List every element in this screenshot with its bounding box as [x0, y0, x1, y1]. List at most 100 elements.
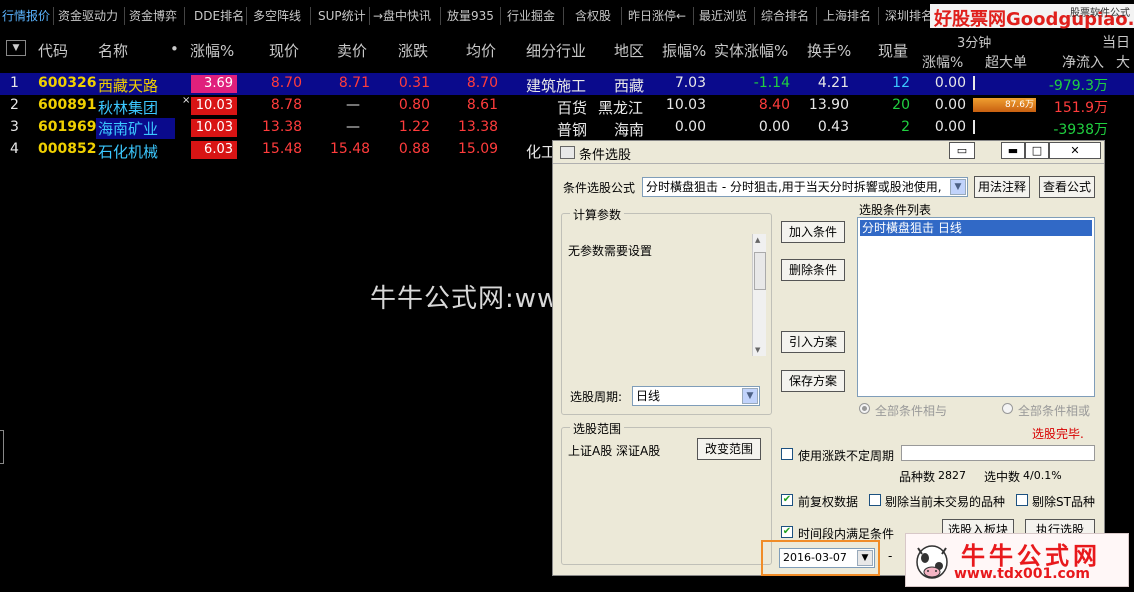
all-and-radio[interactable] — [859, 403, 870, 414]
formula-select[interactable]: 分时橫盘狙击 - 分时狙击,用于当天分时拆響或股池使用, ▼ — [642, 177, 968, 197]
minimize-icon[interactable]: ▬ — [1001, 142, 1025, 159]
ask-price: 15.48 — [330, 141, 371, 157]
exclude-untraded-checkbox[interactable] — [869, 494, 881, 506]
header-net-inflow[interactable]: 净流入 — [1062, 52, 1104, 72]
change-range-button[interactable]: 改变范围 — [697, 438, 761, 460]
entity-pct: 8.40 — [758, 97, 790, 113]
stock-name: 石化机械 — [98, 143, 159, 161]
save-scheme-button[interactable]: 保存方案 — [781, 370, 845, 392]
price: 8.78 — [270, 97, 302, 113]
chevron-down-icon[interactable]: ▼ — [6, 40, 26, 56]
timerange-checkbox[interactable]: ✔ — [781, 526, 793, 538]
period-select[interactable]: 日线 ▼ — [632, 386, 760, 406]
date-dash: - — [888, 549, 893, 563]
header-pct[interactable]: 涨幅% — [190, 40, 234, 61]
avg-price: 15.09 — [458, 141, 499, 157]
tab-fund-game[interactable]: 资金博弈 — [129, 6, 177, 26]
tab-bull-bear[interactable]: 多空阵线 — [253, 6, 301, 26]
header-region[interactable]: 地区 — [614, 40, 644, 61]
region: 黑龙江 — [598, 99, 644, 117]
scroll-thumb[interactable] — [754, 252, 766, 290]
range-value: 上证A股 深证A股 — [568, 444, 661, 458]
side-tab[interactable] — [0, 430, 4, 464]
condition-list-title: 选股条件列表 — [859, 203, 932, 217]
tab-quotes[interactable]: 行情报价 — [2, 6, 50, 26]
selected-value: 4/0.1% — [1023, 469, 1062, 482]
3min-pct: 0.00 — [934, 97, 966, 113]
cow-logo-icon — [916, 545, 948, 579]
ask-price: 8.71 — [338, 75, 370, 91]
scroll-up-icon[interactable]: ▲ — [755, 236, 760, 244]
turnover: 13.90 — [808, 97, 849, 113]
tab-fund-drive[interactable]: 资金驱动力 — [58, 6, 118, 26]
tab-intraday-news[interactable]: →盘中快讯 — [373, 6, 431, 26]
formula-value: 分时橫盘狙击 - 分时狙击,用于当天分时拆響或股池使用, — [646, 180, 942, 194]
header-code[interactable]: 代码 — [38, 40, 68, 61]
tab-shanghai-rank[interactable]: 上海排名 — [823, 6, 871, 26]
tab-volume-935[interactable]: 放量935 — [447, 6, 494, 26]
tab-sup-stats[interactable]: SUP统计 — [318, 6, 366, 26]
condition-list[interactable]: 分时橫盘狙击 日线 — [857, 217, 1095, 397]
unfixed-period-checkbox[interactable] — [781, 448, 793, 460]
header-name[interactable]: 名称 — [98, 40, 128, 61]
table-row[interactable]: 3 601969 海南矿业 10.03 13.38 — 1.22 13.38 普… — [0, 117, 1134, 139]
stock-name: 海南矿业 — [96, 118, 175, 139]
logo-url: www.tdx001.com — [954, 566, 1091, 582]
header-turnover[interactable]: 换手% — [807, 40, 851, 61]
select-progress-bar — [901, 445, 1095, 461]
header-volume[interactable]: 现量 — [878, 40, 908, 61]
avg-price: 8.70 — [466, 75, 498, 91]
avg-price: 8.61 — [466, 97, 498, 113]
volume: 12 — [892, 75, 910, 91]
stock-code: 600326 — [38, 75, 97, 91]
prev-rights-checkbox[interactable]: ✔ — [781, 494, 793, 506]
exclude-st-checkbox[interactable] — [1016, 494, 1028, 506]
header-price[interactable]: 现价 — [269, 40, 299, 61]
header-change[interactable]: 涨跌 — [398, 40, 428, 61]
dialog-app-icon — [560, 146, 575, 159]
header-dot: • — [170, 40, 179, 58]
turnover: 4.21 — [817, 75, 849, 91]
chevron-down-icon[interactable]: ▼ — [950, 179, 966, 195]
chevron-down-icon[interactable]: ▼ — [742, 388, 758, 404]
scroll-down-icon[interactable]: ▼ — [755, 346, 760, 354]
usage-note-button[interactable]: 用法注释 — [974, 176, 1030, 198]
amplitude: 10.03 — [665, 97, 706, 113]
no-params-text: 无参数需要设置 — [568, 244, 653, 258]
table-row[interactable]: 1 600326 西藏天路 3.69 8.70 8.71 0.31 8.70 建… — [0, 73, 1134, 95]
dialog-titlebar[interactable]: 条件选股 ▭ ▬ □ ✕ — [553, 141, 1104, 164]
close-icon[interactable]: ✕ — [1049, 142, 1101, 159]
tab-dde-rank[interactable]: DDE排名 — [194, 6, 244, 26]
view-formula-button[interactable]: 查看公式 — [1039, 176, 1095, 198]
status-text: 选股完毕. — [1032, 427, 1084, 441]
params-scrollbar[interactable]: ▲ ▼ — [752, 234, 766, 356]
condition-list-item[interactable]: 分时橫盘狙击 日线 — [860, 220, 1092, 236]
pin-icon[interactable]: ▭ — [949, 142, 975, 159]
tab-separator — [563, 7, 564, 25]
tab-shenzhen-rank[interactable]: 深圳排名 — [885, 6, 933, 26]
maximize-icon[interactable]: □ — [1025, 142, 1049, 159]
table-row[interactable]: 2 600891 秋林集团 × 10.03 8.78 — 0.80 8.61 百… — [0, 95, 1134, 117]
turnover: 0.43 — [817, 119, 849, 135]
tab-separator — [693, 7, 694, 25]
header-ask[interactable]: 卖价 — [337, 40, 367, 61]
tab-recent[interactable]: 最近浏览 — [699, 6, 747, 26]
tab-yesterday-limitup[interactable]: 昨日涨停← — [628, 6, 686, 26]
header-industry[interactable]: 细分行业 — [526, 40, 586, 61]
header-big[interactable]: 大 — [1116, 52, 1130, 72]
period-value: 日线 — [636, 389, 661, 403]
header-super-order[interactable]: 超大单 — [985, 52, 1027, 72]
price: 13.38 — [262, 119, 303, 135]
header-amplitude[interactable]: 振幅% — [662, 40, 706, 61]
delete-condition-button[interactable]: 删除条件 — [781, 259, 845, 281]
import-scheme-button[interactable]: 引入方案 — [781, 331, 845, 353]
header-3min-pct[interactable]: 涨幅% — [922, 52, 963, 72]
all-or-radio[interactable] — [1002, 403, 1013, 414]
row-mark: × — [182, 95, 191, 106]
tab-rights-stocks[interactable]: 含权股 — [575, 6, 611, 26]
add-condition-button[interactable]: 加入条件 — [781, 221, 845, 243]
tab-overall-rank[interactable]: 综合排名 — [761, 6, 809, 26]
tab-industry-mining[interactable]: 行业掘金 — [507, 6, 555, 26]
header-avg[interactable]: 均价 — [466, 40, 496, 61]
header-entity-pct[interactable]: 实体涨幅% — [714, 40, 788, 61]
